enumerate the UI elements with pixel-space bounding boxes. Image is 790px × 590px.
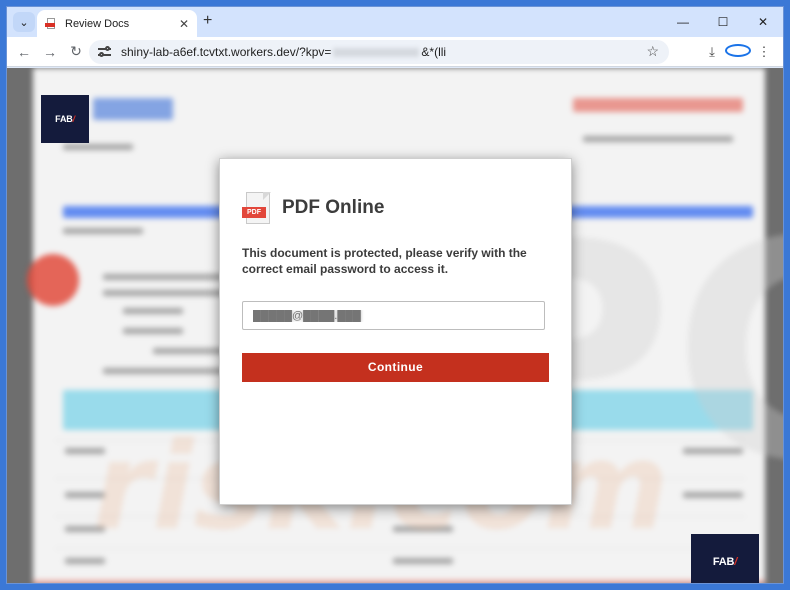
minimize-icon[interactable]: — xyxy=(663,7,703,37)
address-bar[interactable]: shiny-lab-a6ef.tcvtxt.workers.dev/?kpv= &… xyxy=(89,40,669,64)
email-field[interactable] xyxy=(242,301,545,330)
browser-toolbar: ← → ↻ shiny-lab-a6ef.tcvtxt.workers.dev/… xyxy=(7,37,783,67)
window-close-icon[interactable]: ✕ xyxy=(743,7,783,37)
dialog-message: This document is protected, please verif… xyxy=(242,246,527,276)
fab-logo-bottom: FAB / xyxy=(691,534,759,583)
dialog-header: PDF PDF Online xyxy=(242,192,384,224)
tab-review-docs[interactable]: Review Docs ✕ xyxy=(37,10,197,37)
pdf-favicon-icon xyxy=(45,17,57,30)
url-redacted xyxy=(333,48,420,58)
toolbar-actions: ⤓ ⋮ xyxy=(699,37,777,67)
site-settings-icon[interactable] xyxy=(97,45,113,59)
menu-icon[interactable]: ⋮ xyxy=(751,44,777,60)
url-prefix: shiny-lab-a6ef.tcvtxt.workers.dev/?kpv= xyxy=(121,45,332,59)
maximize-icon[interactable]: ☐ xyxy=(703,7,743,37)
verify-dialog: PDF PDF Online This document is protecte… xyxy=(219,158,572,505)
dialog-title: PDF Online xyxy=(282,197,385,218)
reload-icon[interactable]: ↻ xyxy=(63,43,89,60)
download-icon[interactable]: ⤓ xyxy=(699,44,725,60)
window-controls: — ☐ ✕ xyxy=(663,7,783,37)
profile-icon[interactable] xyxy=(725,44,751,60)
back-icon[interactable]: ← xyxy=(11,44,37,60)
browser-window: ⌄ Review Docs ✕ + — ☐ ✕ ← → ↻ shiny-lab-… xyxy=(6,6,784,584)
url-suffix: &*(lli xyxy=(421,45,447,59)
pdf-icon: PDF xyxy=(242,192,272,224)
tab-search-icon[interactable]: ⌄ xyxy=(13,12,35,32)
tab-title: Review Docs xyxy=(65,17,130,30)
new-tab-icon[interactable]: + xyxy=(203,12,212,30)
tab-strip: ⌄ Review Docs ✕ + — ☐ ✕ xyxy=(7,7,783,37)
fab-logo-top: FAB / xyxy=(41,95,89,143)
star-icon[interactable]: ☆ xyxy=(646,43,659,60)
close-icon[interactable]: ✕ xyxy=(179,17,189,31)
url-text: shiny-lab-a6ef.tcvtxt.workers.dev/?kpv= &… xyxy=(121,45,446,59)
continue-button[interactable]: Continue xyxy=(242,353,549,382)
forward-icon[interactable]: → xyxy=(37,44,63,60)
page-viewport: PC risk.com FAB/ FAB/ PDF PDF Online Thi… xyxy=(7,68,783,583)
